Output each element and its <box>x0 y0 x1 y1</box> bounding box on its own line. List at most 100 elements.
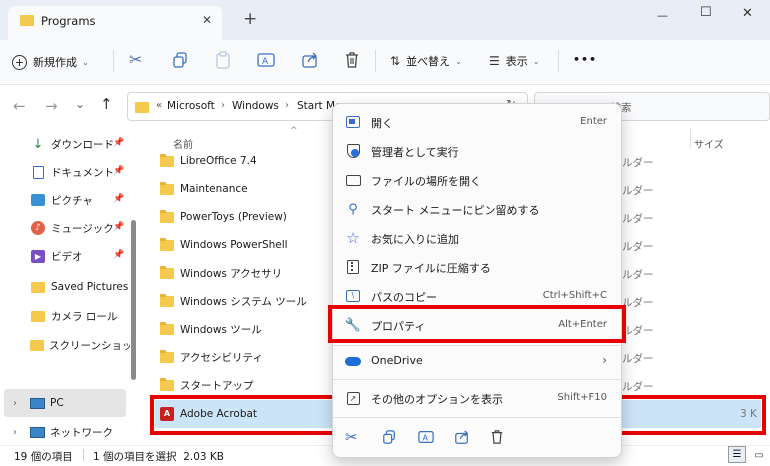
cut-icon[interactable]: ✂ <box>345 428 358 446</box>
more-options-icon: ↗ <box>345 390 361 406</box>
menu-separator <box>333 417 621 418</box>
sidebar-scrollbar[interactable] <box>131 220 136 380</box>
file-type: ルダー <box>622 297 654 309</box>
delete-icon[interactable] <box>490 429 504 445</box>
list-item[interactable]: Windows ツール <box>160 315 262 343</box>
pdf-icon: A <box>160 407 174 421</box>
cloud-icon <box>345 353 361 369</box>
chevron-down-icon: ⌄ <box>455 56 462 66</box>
folder-icon <box>30 279 46 295</box>
sidebar-item-label: ピクチャ <box>51 194 93 207</box>
rename-icon[interactable]: A <box>257 51 275 69</box>
minimize-button[interactable]: — <box>657 9 668 22</box>
chevron-right-icon[interactable]: › <box>13 427 17 438</box>
menu-item-pin-to-start[interactable]: ⚲ スタート メニューにピン留めする <box>333 195 621 223</box>
share-icon[interactable] <box>301 51 319 69</box>
menu-item-shortcut: Ctrl+Shift+C <box>542 290 607 301</box>
tiles-view-icon[interactable]: ▭ <box>752 448 766 462</box>
list-item[interactable]: アクセシビリティ <box>160 343 263 371</box>
close-tab-icon[interactable]: ✕ <box>202 13 212 27</box>
video-icon: ▶ <box>30 248 46 264</box>
file-type: ルダー <box>622 185 654 197</box>
cut-icon[interactable]: ✂ <box>129 50 142 69</box>
list-item[interactable]: Windows PowerShell <box>160 231 288 259</box>
details-view-icon[interactable]: ☰ <box>728 446 746 463</box>
folder-icon <box>160 265 174 279</box>
delete-icon[interactable] <box>344 51 360 69</box>
copy-icon[interactable] <box>382 430 396 444</box>
file-type: ルダー <box>622 241 654 253</box>
file-type: ルダー <box>622 353 654 365</box>
folder-icon <box>20 15 34 26</box>
list-item[interactable]: LibreOffice 7.4 <box>160 147 257 175</box>
svg-text:A: A <box>422 434 428 443</box>
up-arrow-icon[interactable]: ↑ <box>100 95 113 113</box>
sidebar-item-screenshots[interactable]: スクリーンショット 1 <box>30 331 130 359</box>
file-type: ルダー <box>622 157 654 169</box>
new-tab-button[interactable]: + <box>243 9 257 29</box>
open-icon <box>345 114 361 130</box>
selection-info: 1 個の項目を選択 2.03 KB <box>93 451 224 463</box>
computer-icon <box>29 395 45 411</box>
sidebar-item-label: ビデオ <box>51 250 83 263</box>
navigation-pane: ↓ ダウンロード 📌 ドキュメント 📌 ピクチャ 📌 ♪ ミュージック 📌 ▶ … <box>0 127 140 445</box>
menu-item-open[interactable]: 開く Enter <box>333 108 621 136</box>
sort-button[interactable]: ⇅ 並べ替え ⌄ <box>390 52 462 70</box>
folder-open-icon <box>345 172 361 188</box>
list-item[interactable]: Maintenance <box>160 175 248 203</box>
paste-icon[interactable] <box>215 51 231 69</box>
chevron-right-icon: › <box>602 353 607 367</box>
share-icon[interactable] <box>454 429 470 445</box>
list-item-selected[interactable]: A Adobe Acrobat <box>160 400 257 428</box>
folder-icon <box>160 321 174 335</box>
file-type: ルダー <box>622 381 654 393</box>
sidebar-item-pc[interactable]: › PC <box>4 389 126 417</box>
sidebar-item-network[interactable]: › ネットワーク <box>4 418 136 446</box>
list-item[interactable]: Windows システム ツール <box>160 287 307 315</box>
folder-icon <box>135 102 149 113</box>
breadcrumb-separator: › <box>221 100 225 111</box>
breadcrumb-microsoft[interactable]: Microsoft <box>167 100 215 112</box>
new-button[interactable]: + 新規作成 ⌄ <box>12 50 89 74</box>
view-button[interactable]: ☰ 表示 ⌄ <box>489 52 539 70</box>
sidebar-item-label: ドキュメント <box>51 166 114 179</box>
path-icon: \ <box>345 288 361 304</box>
copy-icon[interactable] <box>172 52 188 68</box>
menu-item-onedrive[interactable]: OneDrive › <box>333 347 621 375</box>
menu-item-label: 開く <box>371 117 393 130</box>
close-button[interactable]: ✕ <box>742 6 753 21</box>
forward-arrow-icon[interactable]: → <box>45 97 58 115</box>
menu-item-label: お気に入りに追加 <box>371 233 459 246</box>
menu-item-run-as-admin[interactable]: 管理者として実行 <box>333 137 621 165</box>
pin-icon: 📌 <box>113 138 125 148</box>
expand-chevron-icon[interactable]: ⌄ <box>75 97 85 111</box>
file-type: ルダー <box>622 213 654 225</box>
menu-item-show-more-options[interactable]: ↗ その他のオプションを表示 Shift+F10 <box>333 384 621 412</box>
menu-item-add-to-favorites[interactable]: ☆ お気に入りに追加 <box>333 224 621 252</box>
shield-icon <box>345 143 361 159</box>
list-item[interactable]: PowerToys (Preview) <box>160 203 287 231</box>
network-icon <box>29 424 45 440</box>
folder-icon <box>160 377 174 391</box>
maximize-button[interactable]: ☐ <box>700 5 712 20</box>
more-options-button[interactable]: ••• <box>573 53 597 66</box>
divider <box>113 50 114 72</box>
menu-item-compress-zip[interactable]: ZIP ファイルに圧縮する <box>333 253 621 281</box>
pin-icon: ⚲ <box>348 201 358 217</box>
sidebar-item-label: PC <box>50 397 64 409</box>
menu-item-open-file-location[interactable]: ファイルの場所を開く <box>333 166 621 194</box>
column-header-size[interactable]: サイズ <box>694 136 724 151</box>
back-arrow-icon[interactable]: ← <box>13 97 26 115</box>
list-item[interactable]: Windows アクセサリ <box>160 259 282 287</box>
download-icon: ↓ <box>32 136 44 152</box>
rename-icon[interactable]: A <box>418 429 434 445</box>
breadcrumb-windows[interactable]: Windows <box>232 100 279 112</box>
pin-icon: 📌 <box>113 194 125 204</box>
menu-item-label: ファイルの場所を開く <box>371 175 481 188</box>
chevron-right-icon[interactable]: › <box>13 398 17 409</box>
sidebar-item-label: スクリーンショット 1 <box>49 339 130 352</box>
zip-icon <box>345 259 361 275</box>
breadcrumb-overflow[interactable]: « <box>156 100 162 111</box>
file-type: ルダー <box>622 325 654 337</box>
folder-icon <box>160 349 174 363</box>
